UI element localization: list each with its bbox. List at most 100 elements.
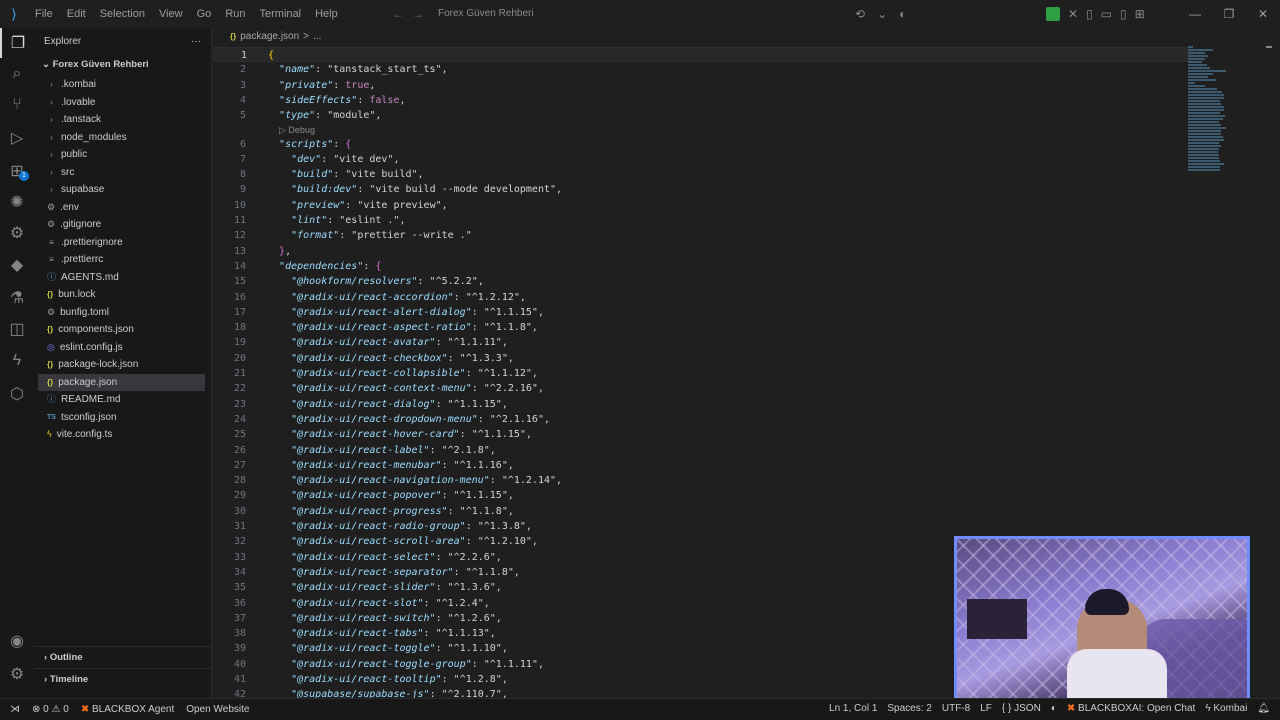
timeline-section[interactable]: › Timeline — [34, 668, 212, 690]
code-line[interactable]: 8 "build": "vite build", — [213, 167, 1193, 182]
explorer-icon[interactable]: ❐ — [0, 28, 34, 58]
extensions-icon[interactable]: ⊞ 1 — [0, 156, 34, 186]
menu-help[interactable]: Help — [308, 0, 345, 28]
menu-terminal[interactable]: Terminal — [253, 0, 309, 28]
tree-file[interactable]: ≡ .prettierrc — [34, 251, 211, 269]
ai-assistant-icon[interactable]: ✺ — [0, 187, 34, 217]
outline-section[interactable]: › Outline — [34, 646, 212, 668]
toggle-sidebar-icon[interactable]: ▯ — [1086, 0, 1093, 28]
tree-file[interactable]: {} components.json — [34, 321, 211, 339]
tree-file[interactable]: ⓘ README.md — [34, 391, 211, 409]
code-line[interactable]: 29 "@radix-ui/react-popover": "^1.1.15", — [213, 488, 1193, 503]
tree-folder[interactable]: › supabase — [34, 181, 211, 199]
menu-view[interactable]: View — [152, 0, 190, 28]
code-line[interactable]: 11 "lint": "eslint .", — [213, 213, 1193, 228]
forward-arrow-icon[interactable]: → — [412, 0, 424, 28]
code-line[interactable]: 17 "@radix-ui/react-alert-dialog": "^1.1… — [213, 305, 1193, 320]
code-line[interactable]: 31 "@radix-ui/react-radio-group": "^1.3.… — [213, 519, 1193, 534]
code-line[interactable]: 22 "@radix-ui/react-context-menu": "^2.2… — [213, 381, 1193, 396]
source-control-icon[interactable]: ⑂ — [0, 90, 34, 120]
copilot-status-icon[interactable]: ◐ — [1051, 699, 1057, 719]
toggle-panel-icon[interactable]: ▭ — [1101, 0, 1112, 28]
cursor-position[interactable]: Ln 1, Col 1 — [829, 699, 877, 719]
tree-folder[interactable]: › .tanstack — [34, 111, 211, 129]
code-line[interactable]: 26 "@radix-ui/react-label": "^2.1.8", — [213, 443, 1193, 458]
menu-go[interactable]: Go — [190, 0, 219, 28]
code-line[interactable]: 16 "@radix-ui/react-accordion": "^1.2.12… — [213, 290, 1193, 305]
code-line[interactable]: 25 "@radix-ui/react-hover-card": "^1.1.1… — [213, 427, 1193, 442]
code-line[interactable]: 28 "@radix-ui/react-navigation-menu": "^… — [213, 473, 1193, 488]
tree-file[interactable]: ≡ .prettierignore — [34, 234, 211, 252]
code-line[interactable]: 6 "scripts": { — [213, 137, 1193, 152]
tree-file[interactable]: {} package-lock.json — [34, 356, 211, 374]
kombai-icon[interactable]: ϟ — [0, 346, 34, 376]
chevron-down-icon[interactable]: ⌄ — [877, 0, 887, 28]
customize-layout-icon[interactable]: ⊞ — [1135, 0, 1145, 28]
code-line[interactable]: 4 "sideEffects": false, — [213, 93, 1193, 108]
toggle-secondary-sidebar-icon[interactable]: ▯ — [1120, 0, 1127, 28]
code-line[interactable]: 14 "dependencies": { — [213, 259, 1193, 274]
restore-icon[interactable]: ❐ — [1212, 0, 1246, 28]
tree-file[interactable]: TS tsconfig.json — [34, 409, 211, 427]
remote-explorer-icon[interactable]: ⚙ — [0, 218, 34, 248]
minimap[interactable] — [1188, 46, 1228, 176]
language-mode[interactable]: { } JSON — [1002, 699, 1041, 719]
blackbox-chat-icon[interactable]: ◫ — [0, 314, 34, 344]
tree-file[interactable]: ⓘ AGENTS.md — [34, 269, 211, 287]
breadcrumb-rest[interactable]: ... — [313, 28, 321, 46]
menu-edit[interactable]: Edit — [60, 0, 93, 28]
code-line[interactable]: 24 "@radix-ui/react-dropdown-menu": "^2.… — [213, 412, 1193, 427]
code-line[interactable]: 13 }, — [213, 244, 1193, 259]
menu-file[interactable]: File — [28, 0, 60, 28]
sync-icon[interactable]: ⟲ — [855, 0, 865, 28]
close-panel-icon[interactable]: ✕ — [1068, 0, 1078, 28]
code-line[interactable]: 9 "build:dev": "vite build --mode develo… — [213, 182, 1193, 197]
tree-folder[interactable]: › .kombai — [34, 76, 211, 94]
end-of-line[interactable]: LF — [980, 699, 992, 719]
tree-file[interactable]: ⚙ .env — [34, 199, 211, 217]
menu-run[interactable]: Run — [218, 0, 252, 28]
code-line[interactable]: 19 "@radix-ui/react-avatar": "^1.1.11", — [213, 335, 1193, 350]
tree-folder[interactable]: › .lovable — [34, 94, 211, 112]
code-line[interactable]: 5 "type": "module", — [213, 108, 1193, 123]
encoding[interactable]: UTF-8 — [942, 699, 970, 719]
scrollbar-marker[interactable] — [1266, 46, 1272, 48]
run-debug-icon[interactable]: ▷ — [0, 123, 34, 153]
code-line[interactable]: 20 "@radix-ui/react-checkbox": "^1.3.3", — [213, 351, 1193, 366]
settings-gear-icon[interactable]: ⚙ — [0, 659, 34, 689]
command-center[interactable]: Forex Güven Rehberi — [430, 5, 890, 23]
code-line[interactable]: 3 "private": true, — [213, 78, 1193, 93]
search-icon[interactable]: ⌕ — [0, 59, 34, 89]
menu-selection[interactable]: Selection — [93, 0, 152, 28]
code-line[interactable]: 18 "@radix-ui/react-aspect-ratio": "^1.1… — [213, 320, 1193, 335]
code-line[interactable]: 23 "@radix-ui/react-dialog": "^1.1.15", — [213, 397, 1193, 412]
debug-codelens[interactable]: ▷ Debug — [279, 124, 315, 136]
code-line[interactable]: 21 "@radix-ui/react-collapsible": "^1.1.… — [213, 366, 1193, 381]
workspace-root[interactable]: ⌄ Forex Güven Rehberi — [34, 54, 211, 76]
notifications-bell-icon[interactable]: 🔔︎ — [1257, 699, 1270, 719]
testing-icon[interactable]: ⚗ — [0, 283, 34, 313]
tree-file[interactable]: ϟ vite.config.ts — [34, 426, 211, 444]
code-line[interactable]: 7 "dev": "vite dev", — [213, 152, 1193, 167]
indentation[interactable]: Spaces: 2 — [887, 699, 931, 719]
problems-indicator[interactable]: ⊗ 0 ⚠ 0 — [32, 704, 69, 715]
more-actions-icon[interactable]: ··· — [191, 36, 201, 47]
account-icon[interactable]: ◉ — [0, 626, 34, 656]
back-arrow-icon[interactable]: ← — [392, 0, 404, 28]
tree-file[interactable]: {} package.json — [38, 373, 205, 391]
code-line[interactable]: 10 "preview": "vite preview", — [213, 198, 1193, 213]
blackbox-agent-button[interactable]: ✖ BLACKBOX Agent — [81, 704, 174, 715]
minimize-icon[interactable]: — — [1178, 0, 1212, 28]
code-line[interactable]: 2 "name": "tanstack_start_ts", — [213, 62, 1193, 77]
tree-file[interactable]: ⚙ bunfig.toml — [34, 304, 211, 322]
copilot-icon[interactable]: ◐ — [899, 0, 906, 28]
code-line[interactable]: 1{ — [213, 47, 1193, 63]
tree-file[interactable]: ⚙ .gitignore — [34, 216, 211, 234]
tree-file[interactable]: {} bun.lock — [34, 286, 211, 304]
open-website-button[interactable]: Open Website — [186, 704, 249, 715]
tree-file[interactable]: ◎ eslint.config.js — [34, 339, 211, 357]
python-icon[interactable]: ◆ — [0, 250, 34, 280]
kombai-button[interactable]: ϟ Kombai — [1205, 699, 1247, 719]
remote-icon[interactable]: ⋊ — [10, 704, 20, 715]
tree-folder[interactable]: › src — [34, 164, 211, 182]
